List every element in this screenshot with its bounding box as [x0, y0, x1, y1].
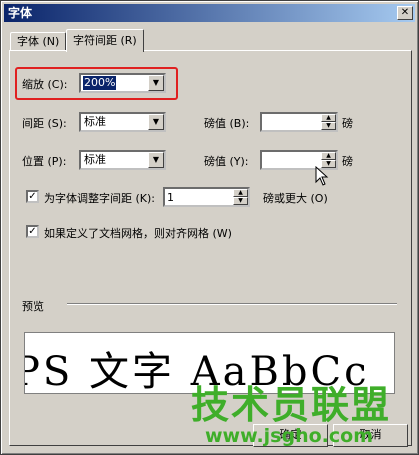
- spin-up-icon[interactable]: ▲: [321, 114, 336, 122]
- spacing-unit-label: 磅: [342, 117, 353, 130]
- cancel-button-label: 取消: [359, 428, 382, 441]
- mouse-pointer-icon: [315, 166, 329, 186]
- spacing-by-label: 磅值 (B):: [204, 117, 250, 130]
- kerning-value: 1: [167, 191, 174, 204]
- highlight-box: [15, 67, 178, 100]
- tab-font-label: 字体 (N): [17, 35, 60, 48]
- checkmark-icon: ✓: [28, 226, 37, 237]
- close-icon: ✕: [400, 7, 410, 18]
- kerning-label: 为字体调整字间距 (K):: [44, 192, 155, 205]
- tab-font[interactable]: 字体 (N): [10, 32, 67, 51]
- snap-to-grid-label: 如果定义了文档网格，则对齐网格 (W): [44, 227, 232, 240]
- position-value: 标准: [84, 153, 106, 166]
- spacing-select[interactable]: 标准 ▼: [79, 112, 166, 132]
- title-bar[interactable]: 字体 ✕: [4, 4, 415, 22]
- spin-down-icon[interactable]: ▼: [233, 197, 248, 205]
- kerning-suffix: 磅或更大 (O): [263, 192, 328, 205]
- close-button[interactable]: ✕: [397, 6, 413, 20]
- position-label: 位置 (P):: [22, 155, 67, 168]
- spin-down-icon[interactable]: ▼: [321, 122, 336, 130]
- window-title: 字体: [8, 6, 33, 20]
- chevron-down-icon[interactable]: ▼: [148, 152, 164, 168]
- ok-button-label: 确定: [279, 428, 302, 441]
- position-select[interactable]: 标准 ▼: [79, 150, 166, 170]
- preview-sample-text: PS 文字 AaBbCc: [24, 349, 370, 394]
- snap-to-grid-checkbox[interactable]: ✓: [26, 225, 39, 238]
- chevron-down-icon[interactable]: ▼: [148, 114, 164, 130]
- font-dialog: 字体 ✕ 字体 (N) 字符间距 (R) 缩放 (C): 200% ▼ 间距 (…: [0, 0, 419, 455]
- kerning-checkbox[interactable]: ✓: [26, 190, 39, 203]
- kerning-stepper[interactable]: 1 ▲ ▼: [163, 187, 250, 207]
- ok-button[interactable]: 确定: [253, 424, 328, 447]
- preview-separator: [67, 303, 397, 305]
- spin-up-icon[interactable]: ▲: [233, 189, 248, 197]
- position-by-label: 磅值 (Y):: [204, 155, 249, 168]
- spacing-label: 间距 (S):: [22, 117, 67, 130]
- tab-character-spacing-label: 字符间距 (R): [73, 34, 137, 47]
- preview-box: PS 文字 AaBbCc: [24, 332, 395, 394]
- position-unit-label: 磅: [342, 155, 353, 168]
- spacing-by-stepper[interactable]: ▲ ▼: [260, 112, 338, 132]
- checkmark-icon: ✓: [28, 191, 37, 202]
- cancel-button[interactable]: 取消: [333, 424, 408, 447]
- spin-up-icon[interactable]: ▲: [321, 152, 336, 160]
- spacing-value: 标准: [84, 115, 106, 128]
- preview-label: 预览: [22, 300, 44, 313]
- tab-character-spacing[interactable]: 字符间距 (R): [66, 29, 144, 52]
